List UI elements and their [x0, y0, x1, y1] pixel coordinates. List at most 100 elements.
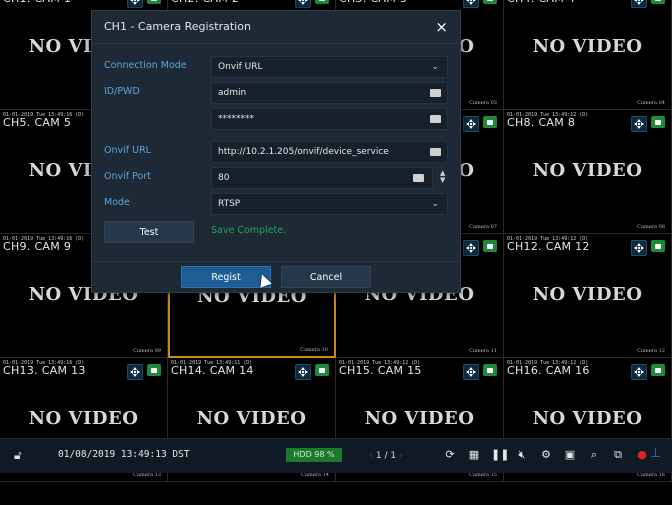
toolbar: ⟳ ▦ ❚❚ 🔇︎ ⚙ ▣ ⌕ ⧉ ● [443, 448, 649, 462]
onvif-port-label: Onvif Port [104, 171, 151, 182]
camera-record-icon[interactable] [483, 0, 497, 4]
keyboard-icon[interactable] [430, 89, 441, 97]
channel-label: CH13. CAM 13 [3, 364, 86, 377]
id-pwd-label: ID/PWD [104, 86, 140, 97]
camera-record-icon[interactable] [651, 240, 665, 252]
status-bar: 🔓︎ 01/08/2019 13:49:13 DST HDD 98 % ‹ 1 … [0, 438, 672, 473]
row-id-pwd: ID/PWD admin [104, 82, 448, 104]
password-value: ******** [218, 114, 254, 124]
unlock-icon[interactable]: 🔓︎ [14, 448, 22, 463]
password-field[interactable]: ******** [211, 108, 448, 130]
id-field[interactable]: admin [211, 82, 448, 104]
row-onvif-url: Onvif URL http://10.2.1.205/onvif/device… [104, 141, 448, 163]
ptz-icon[interactable] [631, 116, 647, 132]
connection-mode-label: Connection Mode [104, 60, 187, 71]
camera-name: Camera 12 [637, 348, 665, 354]
camera-record-icon[interactable] [315, 0, 329, 4]
mode-value: RTSP [218, 199, 241, 209]
onvif-url-field[interactable]: http://10.2.1.205/onvif/device_service [211, 141, 448, 163]
ptz-icon[interactable] [631, 364, 647, 380]
test-button[interactable]: Test [104, 221, 194, 243]
keyboard-icon[interactable] [430, 115, 441, 123]
keyboard-icon[interactable] [430, 148, 441, 156]
channel-label: CH2. CAM 2 [171, 0, 239, 5]
camera-name: Camera 11 [469, 348, 497, 354]
cell-icons [463, 116, 497, 132]
channel-label: CH12. CAM 12 [507, 240, 590, 253]
row-mode: Mode RTSP ⌄ [104, 193, 448, 215]
camera-record-icon[interactable] [315, 364, 329, 376]
save-icon[interactable]: ▣ [563, 448, 577, 462]
camera-cell[interactable]: 01-01-2019 Tue 13:49:12 (D) CH8. CAM 8 NO … [504, 110, 672, 234]
no-video-label: NO VIDEO [196, 408, 307, 429]
ptz-icon[interactable] [631, 0, 647, 8]
datetime: 01/08/2019 13:49:13 DST [58, 449, 190, 460]
camera-record-icon[interactable] [651, 0, 665, 4]
pin-icon[interactable]: ⊥ [650, 446, 661, 461]
ptz-icon[interactable] [127, 364, 143, 380]
ptz-icon[interactable] [463, 240, 479, 256]
keyboard-icon[interactable] [413, 174, 424, 182]
cell-icons [295, 364, 329, 380]
dialog-footer: Regist Cancel [92, 261, 460, 292]
ptz-icon[interactable] [295, 0, 311, 8]
ptz-icon[interactable] [463, 116, 479, 132]
channel-label: CH14. CAM 14 [171, 364, 254, 377]
row-onvif-port: Onvif Port 80 ▲ ▼ [104, 167, 448, 189]
camera-cell[interactable]: 01-01-2019 Tue 13:49:12 (D) CH12. CAM 12 N… [504, 234, 672, 358]
mode-label: Mode [104, 197, 130, 208]
camera-record-icon[interactable] [651, 116, 665, 128]
camera-record-icon[interactable] [483, 364, 497, 376]
camera-record-icon[interactable] [483, 240, 497, 252]
channel-label: CH3. CAM 3 [339, 0, 407, 5]
mute-icon[interactable]: 🔇︎ [515, 448, 529, 462]
row-connection-mode: Connection Mode Onvif URL ⌄ [104, 56, 448, 78]
camera-record-icon[interactable] [147, 0, 161, 4]
cell-icons [631, 364, 665, 380]
ptz-icon[interactable] [463, 0, 479, 8]
chevron-down-icon: ⌄ [431, 62, 439, 72]
onvif-port-field[interactable]: 80 [211, 167, 433, 189]
page-indicator[interactable]: ‹ 1 / 1 › [358, 448, 414, 464]
channel-label: CH16. CAM 16 [507, 364, 590, 377]
cell-icons [127, 364, 161, 380]
channel-label: CH4. CAM 4 [507, 0, 575, 5]
save-status: Save Complete. [211, 225, 287, 236]
camera-name: Camera 09 [133, 348, 161, 354]
camera-cell[interactable]: 01-01-2019 Tue 13:49:12 (D)CH4. CAM 4NO … [504, 0, 672, 110]
ptz-icon[interactable] [463, 364, 479, 380]
record-icon[interactable]: ● [635, 448, 649, 462]
channel-label: CH1. CAM 1 [3, 0, 71, 5]
camera-record-icon[interactable] [483, 116, 497, 128]
dialog-title: CH1 - Camera Registration [92, 11, 460, 44]
cancel-button[interactable]: Cancel [281, 266, 371, 288]
page-value: 1 / 1 [375, 451, 397, 461]
camera-record-icon[interactable] [651, 364, 665, 376]
camera-name: Camera 08 [637, 224, 665, 230]
next-page-icon[interactable]: › [396, 451, 403, 461]
ptz-icon[interactable] [631, 240, 647, 256]
hdd-usage-badge: HDD 98 % [286, 448, 342, 462]
port-stepper[interactable]: ▲ ▼ [440, 170, 445, 184]
layout-grid-icon[interactable]: ▦ [467, 448, 481, 462]
ptz-icon[interactable] [295, 364, 311, 380]
channel-label: CH8. CAM 8 [507, 116, 576, 129]
close-icon[interactable]: × [435, 18, 448, 36]
playback-icon[interactable]: ⧉ [611, 448, 625, 462]
connection-mode-select[interactable]: Onvif URL ⌄ [211, 56, 448, 78]
row-password: ******** [104, 108, 448, 130]
no-video-label: NO VIDEO [532, 36, 643, 57]
cell-icons [127, 0, 161, 8]
onvif-url-value: http://10.2.1.205/onvif/device_service [218, 147, 389, 157]
sequence-icon[interactable]: ⟳ [443, 448, 457, 462]
search-icon[interactable]: ⌕ [587, 448, 601, 462]
cell-icons [631, 0, 665, 8]
channel-label: CH9. CAM 9 [3, 240, 72, 253]
settings-icon[interactable]: ⚙ [539, 448, 553, 462]
cell-icons [463, 0, 497, 8]
mode-select[interactable]: RTSP ⌄ [211, 193, 448, 215]
camera-record-icon[interactable] [147, 364, 161, 376]
chevron-down-icon: ⌄ [431, 199, 439, 209]
ptz-icon[interactable] [127, 0, 143, 8]
pause-icon[interactable]: ❚❚ [491, 448, 509, 462]
